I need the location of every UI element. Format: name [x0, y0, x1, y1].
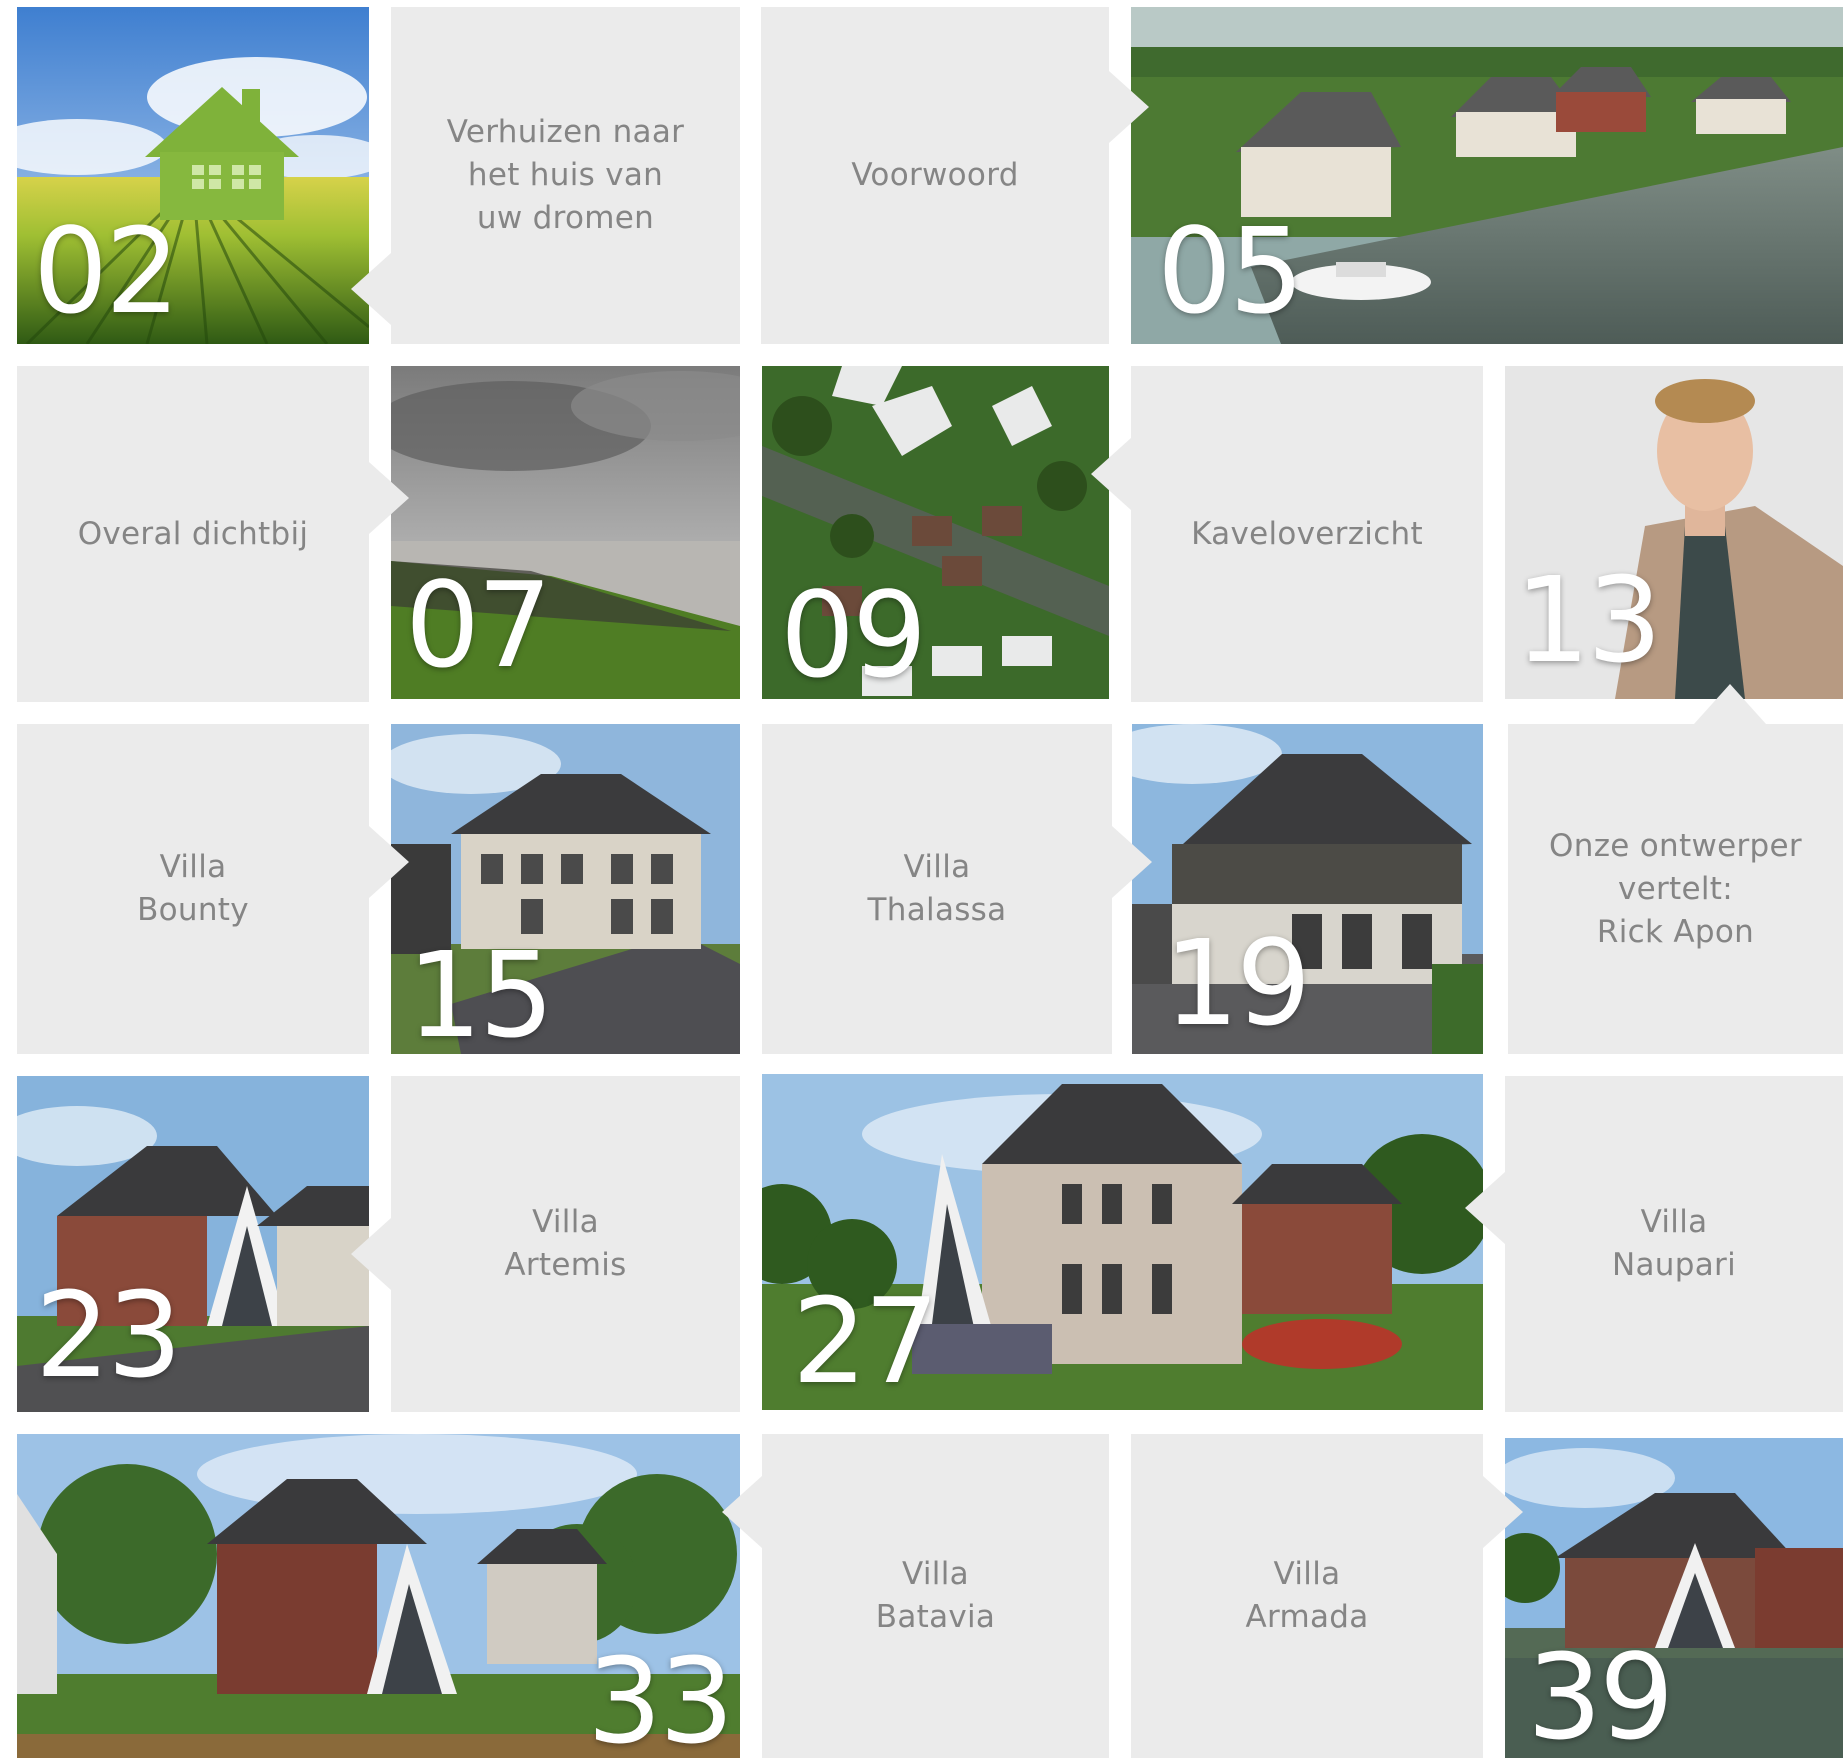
tile-overal-dichtbij[interactable]: Overal dichtbij	[17, 366, 409, 702]
page-number: 13	[1515, 551, 1662, 689]
tile-label: Onze ontwerper vertelt: Rick Apon	[1549, 827, 1802, 950]
tile-verhuizen[interactable]: Verhuizen naar het huis van uw dromen	[351, 7, 740, 344]
tile-onze-ontwerper[interactable]: Onze ontwerper vertelt: Rick Apon	[1508, 684, 1843, 1054]
tile-page-19[interactable]: 19	[1132, 724, 1483, 1054]
tile-label: Villa Armada	[1245, 1556, 1369, 1635]
page-number: 39	[1527, 1628, 1674, 1758]
tile-page-09[interactable]: 09	[762, 366, 1109, 699]
tile-page-39[interactable]: 39	[1505, 1438, 1843, 1758]
tile-label: Villa Batavia	[875, 1556, 996, 1635]
page-number: 09	[780, 566, 927, 699]
page-number: 19	[1164, 914, 1311, 1052]
pointer-left-icon	[1465, 1172, 1505, 1244]
page-number: 15	[407, 926, 554, 1054]
pointer-up-icon	[1694, 684, 1766, 724]
tile-villa-naupari[interactable]: Villa Naupari	[1465, 1076, 1843, 1412]
tile-villa-armada[interactable]: Villa Armada	[1131, 1434, 1523, 1758]
tile-villa-artemis[interactable]: Villa Artemis	[351, 1076, 740, 1412]
pointer-left-icon	[1091, 438, 1131, 510]
tile-page-23[interactable]: 23	[17, 1076, 369, 1412]
tile-page-15[interactable]: 15	[391, 724, 740, 1054]
tile-label: Voorwoord	[851, 157, 1019, 193]
tile-page-27[interactable]: 27	[762, 1074, 1483, 1410]
page-number: 27	[792, 1272, 939, 1410]
page-number: 02	[33, 202, 180, 340]
pointer-right-icon	[1112, 826, 1152, 898]
tile-villa-batavia[interactable]: Villa Batavia	[722, 1434, 1109, 1758]
tile-label: Villa Naupari	[1612, 1204, 1736, 1283]
tile-villa-bounty[interactable]: Villa Bounty	[17, 724, 409, 1054]
tile-kaveloverzicht[interactable]: Kaveloverzicht	[1091, 366, 1483, 702]
tile-page-07[interactable]: 07	[391, 366, 740, 699]
tile-label: Villa Thalassa	[867, 849, 1007, 928]
page-number: 05	[1157, 202, 1304, 340]
tile-voorwoord[interactable]: Voorwoord	[761, 7, 1149, 344]
tile-page-05[interactable]: 05	[1131, 7, 1843, 344]
tile-label: Overal dichtbij	[77, 515, 309, 552]
page-number: 07	[405, 556, 552, 694]
tile-page-02[interactable]: 02	[17, 7, 369, 344]
tile-page-13[interactable]: 13	[1505, 366, 1843, 699]
pointer-right-icon	[1483, 1476, 1523, 1548]
pointer-right-icon	[1109, 71, 1149, 143]
pointer-right-icon	[369, 826, 409, 898]
page-number: 23	[35, 1266, 182, 1404]
pointer-left-icon	[722, 1476, 762, 1548]
tile-villa-thalassa[interactable]: Villa Thalassa	[762, 724, 1152, 1054]
pointer-left-icon	[351, 253, 391, 325]
pointer-left-icon	[351, 1218, 391, 1290]
tile-label: Kaveloverzicht	[1191, 515, 1423, 552]
tile-page-33[interactable]: 33	[17, 1434, 740, 1758]
pointer-right-icon	[369, 462, 409, 534]
tile-label: Villa Bounty	[137, 849, 249, 928]
tile-label: Verhuizen naar het huis van uw dromen	[446, 114, 685, 236]
page-number: 33	[587, 1632, 734, 1758]
tile-label: Villa Artemis	[504, 1204, 627, 1283]
